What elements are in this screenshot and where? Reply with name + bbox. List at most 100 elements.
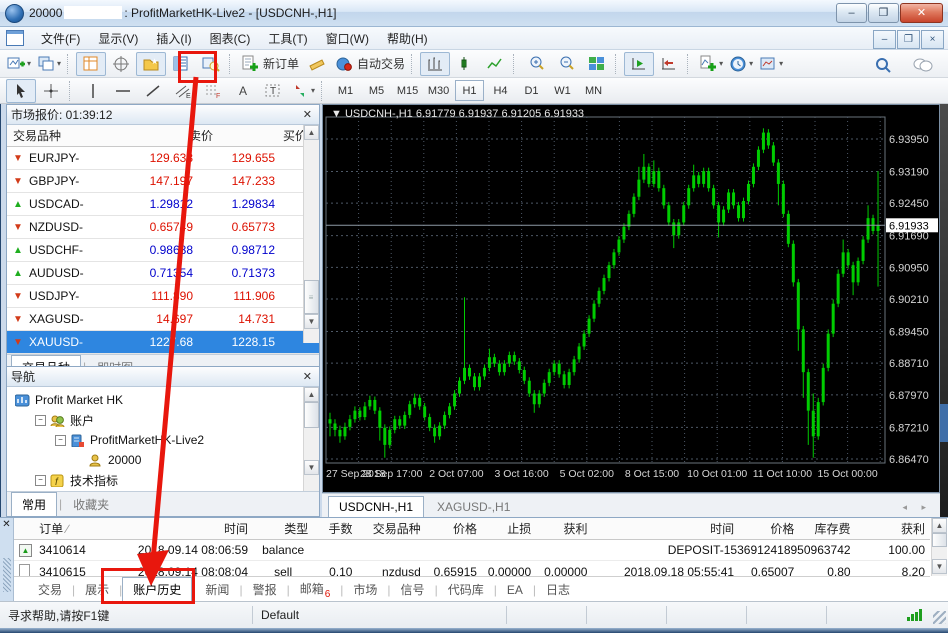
periods-button[interactable]: ▾ (726, 52, 756, 76)
terminal-scrollbar[interactable]: ▲ ▼ (931, 518, 947, 576)
text-button[interactable]: A (228, 79, 258, 103)
trendline-button[interactable] (138, 79, 168, 103)
terminal-column-获利[interactable]: 获利 (536, 518, 592, 539)
templates-button[interactable]: ▾ (756, 52, 786, 76)
chart-window-usdcnh-h1[interactable]: 6.939506.931906.924506.916906.909506.902… (322, 104, 940, 493)
auto-scroll-button[interactable] (624, 52, 654, 76)
dropdown-caret-icon[interactable]: ▾ (57, 59, 61, 68)
dropdown-caret-icon[interactable]: ▾ (749, 59, 753, 68)
zoom-out-button[interactable] (552, 52, 582, 76)
crosshair-window-button[interactable] (106, 52, 136, 76)
timeframe-W1-button[interactable]: W1 (548, 80, 577, 101)
market-watch-row-EURJPY-[interactable]: ▼EURJPY-129.633129.655 (7, 147, 319, 170)
terminal-tab-警报[interactable]: 警报 (243, 578, 287, 601)
metaquotes-alert-button[interactable] (302, 52, 332, 76)
navigator-tab-收藏夹[interactable]: 收藏夹 (62, 492, 120, 516)
terminal-tab-交易[interactable]: 交易 (28, 578, 72, 601)
tile-windows-button[interactable] (582, 52, 612, 76)
navigator-tab-常用[interactable]: 常用 (11, 492, 57, 516)
status-profile[interactable]: Default (253, 606, 507, 624)
mdi-close-button[interactable]: × (921, 30, 944, 49)
timeframe-M15-button[interactable]: M15 (393, 80, 422, 101)
terminal-column-价格[interactable]: 价格 (739, 518, 799, 539)
market-watch-row-AUDUSD-[interactable]: ▲AUDUSD-0.713540.71373 (7, 262, 319, 285)
terminal-tab-日志[interactable]: 日志 (536, 578, 580, 601)
dropdown-caret-icon[interactable]: ▾ (27, 59, 31, 68)
market-watch-row-XAGUSD-[interactable]: ▼XAGUSD-14.69714.731 (7, 308, 319, 331)
chat-icon[interactable] (908, 53, 938, 77)
terminal-tab-信号[interactable]: 信号 (391, 578, 435, 601)
terminal-column-时间[interactable]: 时间 (592, 518, 739, 539)
drag-grip[interactable] (3, 558, 11, 592)
terminal-column-交易品种[interactable]: 交易品种 (357, 518, 425, 539)
horizontal-line-button[interactable] (108, 79, 138, 103)
market-watch-row-GBPJPY-[interactable]: ▼GBPJPY-147.197147.233 (7, 170, 319, 193)
market-watch-scrollbar[interactable]: ▲ ≡ ▼ (303, 125, 319, 343)
timeframe-D1-button[interactable]: D1 (517, 80, 546, 101)
cursor-button[interactable] (6, 79, 36, 103)
navigator-item-技术指标[interactable]: −f技术指标 (11, 470, 319, 490)
market-watch-row-USDCHF-[interactable]: ▲USDCHF-0.986880.98712 (7, 239, 319, 262)
new-chart-button[interactable]: ▾ (4, 52, 34, 76)
arrows-shapes-button[interactable]: ▾ (288, 79, 318, 103)
zoom-in-button[interactable] (522, 52, 552, 76)
menu-图表(C)[interactable]: 图表(C) (201, 28, 260, 49)
navigator-item-ProfitMarketHK-Live2[interactable]: −ProfitMarketHK-Live2 (11, 430, 319, 450)
terminal-column-价格[interactable]: 价格 (426, 518, 482, 539)
profiles-button[interactable]: ▾ (34, 52, 64, 76)
indicators-button[interactable]: ▾ (696, 52, 726, 76)
terminal-row-balance[interactable]: ▲34106142018.09.14 08:06:59balanceDEPOSI… (14, 539, 930, 560)
minimize-button[interactable]: – (836, 3, 867, 23)
menu-文件(F)[interactable]: 文件(F) (32, 28, 89, 49)
terminal-column-类型[interactable]: 类型 (253, 518, 313, 539)
dropdown-caret-icon[interactable]: ▾ (779, 59, 783, 68)
market-watch-row-USDCAD-[interactable]: ▲USDCAD-1.298121.29834 (7, 193, 319, 216)
close-icon[interactable]: ✕ (0, 519, 13, 530)
bar-chart-button[interactable] (420, 52, 450, 76)
close-icon[interactable]: ✕ (300, 370, 315, 383)
chart-tab-XAGUSD-,H1[interactable]: XAGUSD-,H1 (426, 496, 521, 517)
terminal-tab-EA[interactable]: EA (497, 580, 533, 600)
timeframe-M1-button[interactable]: M1 (331, 80, 360, 101)
navigator-scrollbar[interactable]: ▲ ▼ (303, 387, 319, 491)
menu-窗口(W)[interactable]: 窗口(W) (317, 28, 378, 49)
timeframe-M30-button[interactable]: M30 (424, 80, 453, 101)
market-watch-row-USDJPY-[interactable]: ▼USDJPY-111.890111.906 (7, 285, 319, 308)
timeframe-H4-button[interactable]: H4 (486, 80, 515, 101)
terminal-tab-邮箱[interactable]: 邮箱6 (290, 577, 341, 603)
tree-expander-icon[interactable]: − (35, 415, 46, 426)
terminal-column-订单[interactable]: 订单 ∕ (34, 518, 112, 539)
candlestick-chart[interactable]: 6.939506.931906.924506.916906.909506.902… (323, 105, 939, 492)
terminal-column-时间[interactable]: 时间 (112, 518, 253, 539)
navigator-item-账户[interactable]: −账户 (11, 410, 319, 430)
vertical-line-button[interactable] (78, 79, 108, 103)
navigator-item-Profit Market HK[interactable]: Profit Market HK (11, 390, 319, 410)
terminal-column-手数[interactable]: 手数 (313, 518, 357, 539)
chart-tab-USDCNH-,H1[interactable]: USDCNH-,H1 (328, 496, 424, 517)
autotrading-button[interactable]: 自动交易 (332, 52, 408, 76)
menu-工具(T)[interactable]: 工具(T) (259, 28, 316, 49)
terminal-column-icon[interactable] (14, 518, 34, 539)
menu-显示(V)[interactable]: 显示(V) (89, 28, 147, 49)
market-watch-row-NZDUSD-[interactable]: ▼NZDUSD-0.657490.65773 (7, 216, 319, 239)
close-icon[interactable]: ✕ (300, 108, 315, 121)
resize-grip[interactable] (933, 611, 946, 624)
timeframe-H1-button[interactable]: H1 (455, 80, 484, 101)
dropdown-caret-icon[interactable]: ▾ (719, 59, 723, 68)
navigator-button[interactable]: ★ (136, 52, 166, 76)
menu-插入(I)[interactable]: 插入(I) (147, 28, 200, 49)
mdi-minimize-button[interactable]: – (873, 30, 896, 49)
timeframe-MN-button[interactable]: MN (579, 80, 608, 101)
search-icon[interactable] (868, 53, 898, 77)
terminal-column-获利[interactable]: 获利 (856, 518, 930, 539)
terminal-column-库存费[interactable]: 库存费 (799, 518, 855, 539)
close-button[interactable]: ✕ (900, 3, 943, 23)
restore-button[interactable]: ❐ (868, 3, 899, 23)
new-order-button[interactable]: 新订单 (238, 52, 302, 76)
chart-shift-button[interactable] (654, 52, 684, 76)
mdi-restore-button[interactable]: ❐ (897, 30, 920, 49)
terminal-tab-市场[interactable]: 市场 (343, 578, 387, 601)
market-watch-button[interactable] (76, 52, 106, 76)
tree-expander-icon[interactable]: − (35, 475, 46, 486)
terminal-tab-代码库[interactable]: 代码库 (438, 578, 494, 601)
